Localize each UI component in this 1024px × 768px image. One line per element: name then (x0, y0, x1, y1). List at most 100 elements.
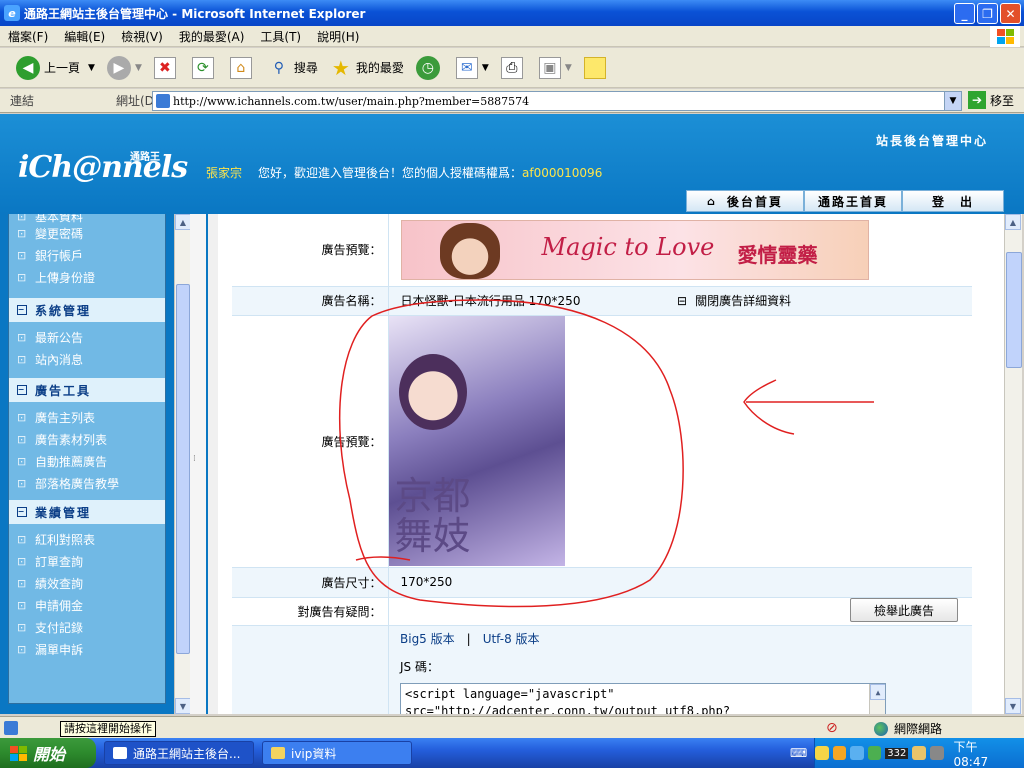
sidebar-item-missing-order[interactable]: 漏單申訴 (9, 638, 165, 660)
mail-icon[interactable] (815, 746, 829, 760)
close-detail-link[interactable]: 關閉廣告詳細資料 (677, 292, 791, 309)
sidebar-item-ad-materials[interactable]: 廣告素材列表 (9, 428, 165, 450)
back-label: 上一頁 (44, 61, 81, 75)
report-ad-button[interactable]: 檢舉此廣告 (850, 598, 958, 622)
sidebar-section-system[interactable]: − 系統管理 (9, 298, 165, 322)
nav-site-home[interactable]: 通路王首頁 (804, 190, 902, 212)
chevron-down-icon[interactable]: ▼ (482, 63, 489, 73)
model-photo (439, 222, 500, 279)
user-icon[interactable] (867, 746, 882, 760)
refresh-icon: ⟳ (191, 56, 214, 79)
sidebar-scrollbar[interactable]: ▲ ▼ (174, 214, 191, 714)
scroll-up-icon[interactable]: ▲ (175, 214, 191, 230)
sidebar-item-apply-commission[interactable]: 申請佣金 (9, 594, 165, 616)
tall-ad-preview[interactable]: 京都 舞妓 (388, 316, 565, 566)
back-button[interactable]: ◀ 上一頁 ▼ (16, 55, 95, 80)
menu-edit[interactable]: 編輯(E) (64, 28, 105, 45)
js-code-textarea[interactable]: <script language="javascript" src="http:… (400, 683, 886, 714)
favorites-button[interactable]: ★ 我的最愛 (330, 56, 404, 80)
task-folder-window[interactable]: ivip資料 (262, 741, 412, 765)
sidebar-item-advertisers[interactable]: 廣告主列表 (9, 406, 165, 428)
scroll-thumb[interactable] (1006, 252, 1022, 368)
section-title: 業績管理 (35, 505, 92, 520)
history-button[interactable]: ◷ (415, 55, 444, 80)
sidebar-item-blog-tutorial[interactable]: 部落格廣告教學 (9, 472, 165, 494)
chevron-down-icon[interactable]: ▼ (565, 63, 572, 73)
address-input[interactable]: http://www.ichannels.com.tw/user/main.ph… (152, 91, 962, 111)
links-label[interactable]: 連結 (10, 92, 34, 109)
sidebar-item-news[interactable]: 最新公告 (9, 326, 165, 348)
sidebar-section-ad-tools[interactable]: − 廣告工具 (9, 378, 165, 402)
scroll-up-icon[interactable]: ▲ (1005, 214, 1021, 230)
print-button[interactable]: ⎙ (500, 56, 527, 79)
restore-button[interactable]: ❐ (977, 3, 998, 24)
clock[interactable]: 下午 08:47 (954, 738, 1014, 768)
scroll-thumb[interactable] (176, 284, 190, 654)
speaker-icon[interactable] (912, 746, 926, 760)
main-scrollbar[interactable]: ▲ ▼ (1004, 214, 1022, 714)
start-button[interactable]: 開始 (0, 738, 96, 768)
sidebar-item-change-password[interactable]: 變更密碼 (9, 222, 165, 244)
chevron-down-icon[interactable]: ▼ (135, 63, 142, 73)
banner-ad-preview[interactable]: Magic to Love 愛情靈藥 (400, 219, 869, 280)
status-tooltip: 請按這裡開始操作 (60, 721, 156, 737)
menu-favorites[interactable]: 我的最愛(A) (179, 28, 245, 45)
tray-badge[interactable]: 332 (885, 747, 909, 759)
menu-view[interactable]: 檢視(V) (121, 28, 163, 45)
sidebar-section-performance[interactable]: − 業績管理 (9, 500, 165, 524)
close-button[interactable]: ✕ (1000, 3, 1021, 24)
scroll-down-icon[interactable]: ▼ (175, 698, 191, 714)
site-logo[interactable]: iCh@nnels (18, 150, 188, 185)
forward-button[interactable]: ▶ ▼ (106, 55, 142, 80)
search-button[interactable]: ⚲ 搜尋 (268, 57, 318, 79)
sidebar-item-auto-recommend[interactable]: 自動推薦廣告 (9, 450, 165, 472)
address-url[interactable]: http://www.ichannels.com.tw/user/main.ph… (173, 95, 529, 108)
stop-button[interactable]: ✖ (153, 56, 180, 79)
sidebar-item-messages[interactable]: 站內消息 (9, 348, 165, 370)
frame-divider[interactable]: ⁞ (190, 214, 218, 714)
section-title: 系統管理 (35, 303, 92, 318)
home-button[interactable]: ⌂ (229, 56, 256, 79)
ad-name-label: 廣告名稱： (232, 286, 388, 316)
page-icon (156, 94, 170, 108)
chevron-down-icon[interactable]: ▼ (88, 63, 95, 73)
nav-logout[interactable]: 登 出 (902, 190, 1004, 212)
scroll-down-icon[interactable]: ▼ (1005, 698, 1021, 714)
edit-button[interactable]: ▣ ▼ (538, 56, 572, 79)
sidebar-item-order-query[interactable]: 訂單查詢 (9, 550, 165, 572)
scroll-up-icon[interactable]: ▲ (870, 684, 885, 700)
menu-tools[interactable]: 工具(T) (260, 28, 301, 45)
folder-icon (271, 747, 285, 759)
sidebar-item-basic-info[interactable]: 基本資料 (9, 214, 165, 224)
keyboard-icon[interactable]: ⌨ (790, 746, 807, 760)
minimize-button[interactable]: _ (954, 3, 975, 24)
task-ie-window[interactable]: 通路王網站主後台... (104, 741, 254, 765)
menu-file[interactable]: 檔案(F) (8, 28, 48, 45)
sidebar-item-bonus-table[interactable]: 紅利對照表 (9, 528, 165, 550)
sidebar-item-upload-id[interactable]: 上傳身份證 (9, 266, 165, 288)
sidebar-item-performance-query[interactable]: 績效查詢 (9, 572, 165, 594)
messenger-icon[interactable] (832, 746, 847, 760)
js-code-label: JS 碼： (400, 660, 439, 674)
utf8-link[interactable]: Utf-8 版本 (483, 632, 540, 646)
menu-help[interactable]: 說明(H) (317, 28, 359, 45)
js-code-text[interactable]: <script language="javascript" src="http:… (405, 687, 730, 714)
refresh-button[interactable]: ⟳ (191, 56, 218, 79)
address-bar: 連結 網址(D) http://www.ichannels.com.tw/use… (0, 89, 1024, 113)
mail-button[interactable]: ✉ ▼ (455, 56, 489, 79)
window-title-bar[interactable]: e 通路王網站主後台管理中心 - Microsoft Internet Expl… (0, 0, 1024, 26)
code-scrollbar[interactable]: ▲ (869, 684, 885, 714)
popup-blocker-icon[interactable]: ⊘ (826, 720, 838, 736)
note-icon (583, 56, 606, 79)
nav-admin-home[interactable]: ⌂ 後台首頁 (686, 190, 804, 212)
sidebar-item-payment-records[interactable]: 支付記錄 (9, 616, 165, 638)
sidebar-item-bank-account[interactable]: 銀行帳戶 (9, 244, 165, 266)
messenger-button[interactable] (583, 56, 610, 79)
auth-code: af000010096 (522, 166, 603, 180)
go-button[interactable]: ➔ 移至 (968, 91, 1014, 109)
window-controls: _ ❐ ✕ (954, 3, 1021, 24)
big5-link[interactable]: Big5 版本 (400, 632, 455, 646)
volume-icon[interactable] (929, 746, 944, 760)
chevron-down-icon[interactable]: ▼ (944, 92, 961, 110)
network-icon[interactable] (850, 746, 864, 760)
